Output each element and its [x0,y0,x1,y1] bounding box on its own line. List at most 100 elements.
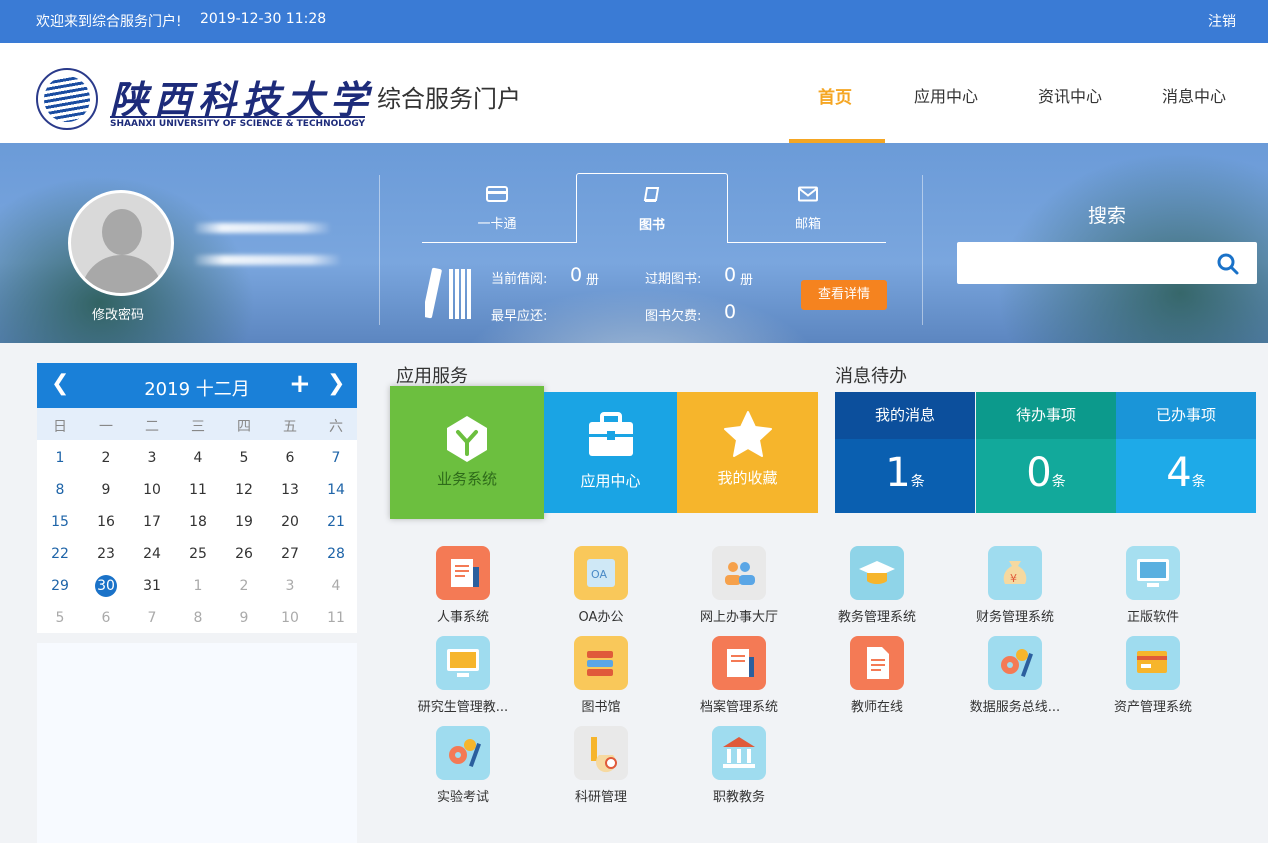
weekday-label: 日 [53,419,67,435]
app-label: 数据服务总线... [969,700,1061,715]
calendar-day[interactable]: 10 [129,477,175,503]
my-messages[interactable]: 我的消息 1条 [835,392,975,513]
tile-app-center[interactable]: 应用中心 [544,392,677,513]
calendar-day[interactable]: 2 [221,573,267,599]
calendar-day[interactable]: 15 [37,509,83,535]
calendar-day[interactable]: 5 [37,605,83,631]
assets-icon [1126,636,1180,690]
calendar-day[interactable]: 17 [129,509,175,535]
calendar-day[interactable]: 26 [221,541,267,567]
nav-news-center[interactable]: 资讯中心 [1038,83,1102,107]
calendar-day[interactable]: 18 [175,509,221,535]
calendar-day[interactable]: 3 [129,445,175,471]
fine-label: 图书欠费: [645,309,702,324]
calendar-day[interactable]: 6 [83,605,129,631]
calendar-day[interactable]: 12 [221,477,267,503]
calendar-day[interactable]: 21 [313,509,359,535]
calendar-day[interactable]: 5 [221,445,267,471]
calendar-day[interactable]: 31 [129,573,175,599]
blurred-user-id [195,255,340,265]
calendar-day[interactable]: 11 [313,605,359,631]
university-seal-logo[interactable] [36,68,98,130]
calendar-day[interactable]: 7 [313,445,359,471]
tab-mail[interactable]: 邮箱 [733,173,883,243]
nav-app-center[interactable]: 应用中心 [914,83,978,107]
logout-link[interactable]: 注销 [1208,11,1236,31]
app-item[interactable]: OA OA办公 [532,546,670,632]
calendar-header: ❮ 2019 十二月 + ❯ [37,363,357,408]
calendar-day[interactable]: 7 [129,605,175,631]
app-item[interactable]: 教务管理系统 [808,546,946,632]
calendar-day[interactable]: 2 [83,445,129,471]
app-item[interactable]: 图书馆 [532,636,670,722]
calendar-day[interactable]: 3 [267,573,313,599]
portal-title: 综合服务门户 [377,85,521,113]
calendar-day[interactable]: 19 [221,509,267,535]
weekday-label: 四 [237,419,251,435]
app-item[interactable]: ¥ 财务管理系统 [946,546,1084,632]
app-item[interactable]: 人事系统 [394,546,532,632]
calendar-day[interactable]: 13 [267,477,313,503]
app-label: 档案管理系统 [699,700,778,715]
app-label: OA办公 [578,610,624,625]
view-details-button[interactable]: 查看详情 [801,280,887,310]
tile-business-system[interactable]: 业务系统 [390,386,544,519]
calendar-day[interactable]: 14 [313,477,359,503]
weekday-label: 五 [283,419,297,435]
calendar-day[interactable]: 11 [175,477,221,503]
pending-items[interactable]: 待办事项 0条 [976,392,1116,513]
calendar-day[interactable]: 20 [267,509,313,535]
next-month-chevron-icon[interactable]: ❯ [327,371,345,396]
calendar-day[interactable]: 8 [37,477,83,503]
calendar-day[interactable]: 9 [221,605,267,631]
calendar-day[interactable]: 22 [37,541,83,567]
calendar-day[interactable]: 24 [129,541,175,567]
hexagon-y-icon [447,416,487,462]
tab-library[interactable]: 图书 [576,173,728,243]
current-borrow-label: 当前借阅: [491,272,548,287]
app-item[interactable]: 教师在线 [808,636,946,722]
calendar-day[interactable]: 28 [313,541,359,567]
nav-message-center[interactable]: 消息中心 [1162,83,1226,107]
tile-my-favorites[interactable]: 我的收藏 [677,392,818,513]
calendar-day[interactable]: 10 [267,605,313,631]
calendar-day[interactable]: 6 [267,445,313,471]
add-event-plus-icon[interactable]: + [289,369,311,399]
calendar-day[interactable]: 9 [83,477,129,503]
app-item[interactable]: 档案管理系统 [670,636,808,722]
nav-home[interactable]: 首页 [818,83,852,108]
app-item[interactable]: 研究生管理教... [394,636,532,722]
monitor-icon [436,636,490,690]
search-input[interactable] [957,242,1207,284]
calendar-day[interactable]: 4 [175,445,221,471]
calendar-day[interactable]: 4 [313,573,359,599]
calendar-day[interactable]: 29 [37,573,83,599]
app-item[interactable]: 网上办事大厅 [670,546,808,632]
app-label: 职教教务 [712,790,765,805]
change-password-link[interactable]: 修改密码 [92,304,144,323]
avatar[interactable] [68,190,174,296]
card-icon [486,186,508,202]
app-item[interactable]: 资产管理系统 [1084,636,1222,722]
current-borrow-value: 0 [570,264,583,286]
calendar-day[interactable]: 30 [83,573,129,599]
calendar-day[interactable]: 1 [37,445,83,471]
calendar-day[interactable]: 16 [83,509,129,535]
svg-text:¥: ¥ [1010,572,1017,585]
oa-icon: OA [574,546,628,600]
app-item[interactable]: 职教教务 [670,726,808,812]
app-item[interactable]: 数据服务总线... [946,636,1084,722]
app-item[interactable]: 实验考试 [394,726,532,812]
app-item[interactable]: 正版软件 [1084,546,1222,632]
header: 陕西科技大学 SHAANXI UNIVERSITY OF SCIENCE & T… [0,43,1268,143]
completed-items[interactable]: 已办事项 4条 [1116,392,1256,513]
calendar-day[interactable]: 27 [267,541,313,567]
calendar-day[interactable]: 25 [175,541,221,567]
calendar-day[interactable]: 1 [175,573,221,599]
calendar-day[interactable]: 8 [175,605,221,631]
search-icon[interactable] [1216,252,1240,276]
calendar-day[interactable]: 23 [83,541,129,567]
app-item[interactable]: 科研管理 [532,726,670,812]
tab-card[interactable]: 一卡通 [422,173,572,243]
app-label: 财务管理系统 [975,610,1054,625]
